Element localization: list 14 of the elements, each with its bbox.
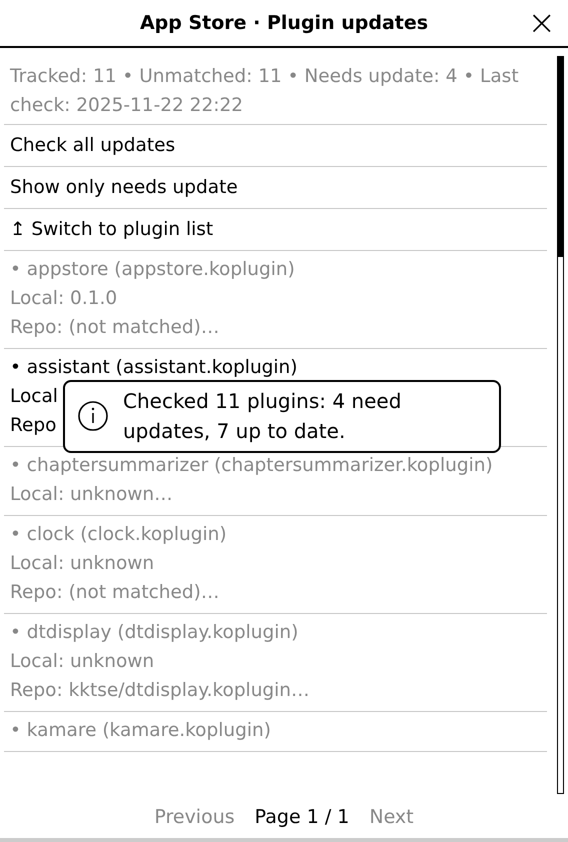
info-icon [77, 400, 109, 432]
menu-item[interactable]: Check all updates [4, 124, 547, 167]
toast-text: Checked 11 plugins: 4 need updates, 7 up to date. [123, 388, 402, 446]
window-title: App Store · Plugin updates [140, 12, 428, 34]
scrollbar[interactable] [557, 56, 564, 794]
plugin-item[interactable]: • appstore (appstore.koplugin) Local: 0.1.0 Repo: (not matched)… [4, 250, 547, 349]
menu-item[interactable]: ↥ Switch to plugin list [4, 208, 547, 251]
summary-text: Tracked: 11 • Unmatched: 11 • Needs update: 4 • Last check: 2025-11-22 22:22 [4, 56, 547, 125]
close-button[interactable]: × [524, 6, 560, 40]
menu-item[interactable]: Show only needs update [4, 166, 547, 209]
page-indicator: Page 1 / 1 [254, 806, 350, 828]
plugin-item[interactable]: • clock (clock.koplugin) Local: unknown Repo: (not matched)… [4, 516, 547, 614]
plugin-item[interactable]: • kamare (kamare.koplugin) [4, 712, 547, 752]
plugin-item[interactable]: • dtdisplay (dtdisplay.koplugin) Local: unknown Repo: kktse/dtdisplay.koplugin… [4, 614, 547, 712]
